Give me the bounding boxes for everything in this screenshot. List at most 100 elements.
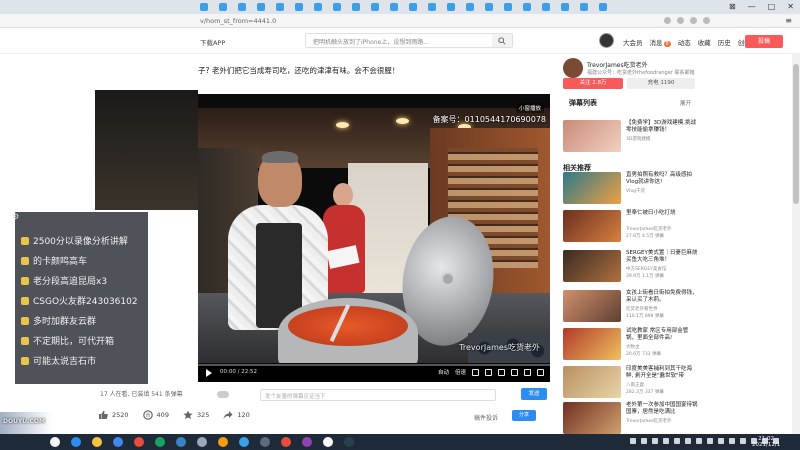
tab-icon[interactable] — [447, 3, 455, 11]
tray-icon[interactable] — [718, 438, 724, 444]
recommendation-thumbnail[interactable] — [563, 366, 621, 398]
recommendation-thumbnail[interactable] — [563, 290, 621, 322]
recommendation-thumbnail[interactable] — [563, 328, 621, 360]
recommendation-item[interactable]: 女孩上街看日街拍免费得钱，采认买了木荊。 吃货老外看世界 110.1万 898 弹幕 — [563, 290, 698, 322]
tab-icon[interactable] — [276, 3, 284, 11]
progress-bar[interactable] — [198, 364, 550, 366]
danmu-toggle[interactable] — [217, 391, 229, 398]
widescreen-icon[interactable] — [524, 368, 531, 376]
danmu-input[interactable]: 发个友善的弹幕见证当下 — [260, 389, 496, 401]
taskbar-app-icon[interactable] — [113, 437, 123, 447]
taskbar-app-icon[interactable] — [239, 437, 249, 447]
tab-icon[interactable] — [219, 3, 227, 11]
tab-icon[interactable] — [314, 3, 322, 11]
tab-icon[interactable] — [523, 3, 531, 11]
recommendation-thumbnail[interactable] — [563, 402, 621, 434]
tray-icon[interactable] — [652, 438, 658, 444]
quality-button[interactable]: 自动 — [438, 368, 449, 376]
tray-icon[interactable] — [685, 438, 691, 444]
danmu-list-title[interactable]: 弹幕列表 — [569, 98, 597, 108]
address-bar[interactable]: v/hom_st_from=4441.0 ≡ — [0, 14, 800, 28]
volume-icon[interactable] — [485, 368, 492, 376]
page-scrollbar[interactable] — [792, 54, 800, 434]
recommendation-author[interactable]: 八雨王喜 — [626, 382, 644, 388]
tab-icon[interactable] — [485, 3, 493, 11]
taskbar-app-icon[interactable] — [71, 437, 81, 447]
tab-icon[interactable] — [542, 3, 550, 11]
speed-button[interactable]: 倍速 — [455, 368, 466, 376]
recommendation-thumbnail[interactable] — [563, 210, 621, 242]
search-button[interactable] — [492, 34, 512, 47]
pin-window-button[interactable]: ⊠ — [729, 2, 736, 11]
recommendation-author[interactable]: 大牧主 — [626, 344, 640, 350]
recommendation-item[interactable]: 直男拍照有救吗？高级感拍Vlog就讲你这! Vlog干货 — [563, 172, 698, 204]
taskbar-app-icon[interactable] — [134, 437, 144, 447]
fullscreen-icon[interactable] — [537, 368, 544, 376]
pip-icon[interactable] — [511, 368, 518, 376]
taskbar-app-icon[interactable] — [281, 437, 291, 447]
tab-icon[interactable] — [371, 3, 379, 11]
video-frame[interactable] — [198, 108, 550, 363]
upload-button[interactable]: 投稿 — [745, 35, 783, 48]
danmu-list-expand[interactable]: 展开 — [680, 99, 691, 107]
tab-strip[interactable] — [200, 3, 607, 11]
tab-icon[interactable] — [238, 3, 246, 11]
recommendation-author[interactable]: Vlog干货 — [626, 188, 645, 194]
recommendation-thumbnail[interactable] — [563, 172, 621, 204]
extension-icon[interactable] — [677, 17, 684, 24]
share-count-button[interactable]: 120 — [223, 410, 250, 420]
follow-button[interactable]: 关注 2.8万 — [563, 78, 623, 89]
coin-button[interactable]: 币 409 — [142, 410, 169, 420]
nav-item-messages[interactable]: 消息 8 — [650, 37, 671, 47]
taskbar-app-icon[interactable] — [197, 437, 207, 447]
url-text[interactable]: v/hom_st_from=4441.0 — [200, 17, 276, 25]
close-window-button[interactable]: ✕ — [787, 2, 794, 11]
scrollbar-thumb[interactable] — [793, 64, 799, 204]
author-name[interactable]: TrevorJames吃货老外 — [587, 60, 648, 69]
play-icon[interactable] — [206, 369, 212, 377]
recommendation-title[interactable]: 试吃教家 常区专用部金管锅，里面全部件高! — [626, 328, 698, 342]
nav-item-favorites[interactable]: 收藏 — [698, 37, 711, 47]
send-danmu-button[interactable]: 发送 — [521, 388, 547, 400]
mini-player-button[interactable]: 小窗播放 — [515, 103, 544, 113]
recommendation-author[interactable]: TrevorJames吃货老外 — [626, 418, 671, 424]
tray-icon[interactable] — [674, 438, 680, 444]
taskbar-app-icon[interactable] — [260, 437, 270, 447]
taskbar-app-icon[interactable] — [218, 437, 228, 447]
taskbar-app-icon[interactable] — [92, 437, 102, 447]
settings-icon[interactable] — [498, 368, 505, 376]
tab-icon[interactable] — [200, 3, 208, 11]
minimize-button[interactable]: — — [748, 2, 756, 11]
maximize-button[interactable]: □ — [768, 2, 776, 11]
tab-icon[interactable] — [257, 3, 265, 11]
recommendation-title[interactable]: 【免费学】3D游戏建模,挑战零技能偷拿赚钱！ — [626, 120, 698, 134]
search-input[interactable]: 把明机触头放到了iPhone上，设想到雨路... — [313, 37, 429, 46]
recommendation-item[interactable]: 【免费学】3D游戏建模,挑战零技能偷拿赚钱！ 3D游戏建模 — [563, 120, 698, 152]
recommendation-title[interactable]: SERGEY美式置｜日妻巨麻烧买鱼大吃三角堆！ — [626, 250, 698, 264]
taskbar-app-icon[interactable] — [302, 437, 312, 447]
favorite-button[interactable]: 325 — [183, 410, 209, 420]
recommendation-author[interactable]: TrevorJames吃货老外 — [626, 226, 671, 232]
nav-item-dynamics[interactable]: 动态 — [678, 37, 691, 47]
recommendation-item[interactable]: 里奉仁被曰小吃打烧 TrevorJames吃货老外 27.8万 4.5万 弹幕 — [563, 210, 698, 242]
recommendation-item[interactable]: SERGEY美式置｜日妻巨麻烧买鱼大吃三角堆！ 中方SERGEY美食馆 39.9万 … — [563, 250, 698, 282]
taskbar-app-icon[interactable] — [50, 437, 60, 447]
nav-item-vip[interactable]: 大会员 — [623, 37, 643, 47]
tab-icon[interactable] — [466, 3, 474, 11]
extension-icon[interactable] — [664, 17, 671, 24]
tab-icon[interactable] — [561, 3, 569, 11]
tab-icon[interactable] — [599, 3, 607, 11]
taskbar-app-icon[interactable] — [176, 437, 186, 447]
tab-icon[interactable] — [504, 3, 512, 11]
recommendation-item[interactable]: 试吃教家 常区专用部金管锅，里面全部件高! 大牧主 20.6万 733 弹幕 — [563, 328, 698, 360]
taskbar-app-icon[interactable] — [155, 437, 165, 447]
tray-icon[interactable] — [740, 438, 746, 444]
tray-icon[interactable] — [641, 438, 647, 444]
tab-icon[interactable] — [295, 3, 303, 11]
recommendation-title[interactable]: 里奉仁被曰小吃打烧 — [626, 210, 698, 217]
tray-icon[interactable] — [707, 438, 713, 444]
browser-menu-icon[interactable]: ≡ — [785, 16, 792, 25]
recommendation-author[interactable]: 3D游戏建模 — [626, 136, 650, 142]
recommendation-title[interactable]: 老外第一次参加中国国宴待锅国寨，居然是吃满比 — [626, 402, 698, 416]
recommendation-item[interactable]: 老外第一次参加中国国宴待锅国寨，居然是吃满比 TrevorJames吃货老外 — [563, 402, 698, 434]
